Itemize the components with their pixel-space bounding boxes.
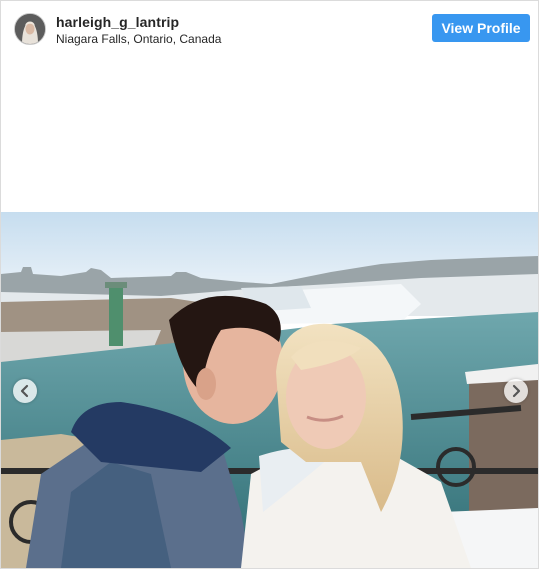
next-photo-button[interactable] xyxy=(504,379,528,403)
post-header: harleigh_g_lantrip Niagara Falls, Ontari… xyxy=(1,1,538,55)
location[interactable]: Niagara Falls, Ontario, Canada xyxy=(56,32,221,46)
chevron-left-icon xyxy=(20,384,29,398)
view-profile-button[interactable]: View Profile xyxy=(432,14,530,42)
chevron-right-icon xyxy=(512,384,521,398)
username[interactable]: harleigh_g_lantrip xyxy=(56,14,179,30)
previous-photo-button[interactable] xyxy=(13,379,37,403)
photo-image xyxy=(1,212,538,568)
avatar-image xyxy=(15,14,45,44)
post-photo xyxy=(1,212,538,568)
instagram-embed: harleigh_g_lantrip Niagara Falls, Ontari… xyxy=(0,0,539,569)
avatar[interactable] xyxy=(14,13,46,45)
